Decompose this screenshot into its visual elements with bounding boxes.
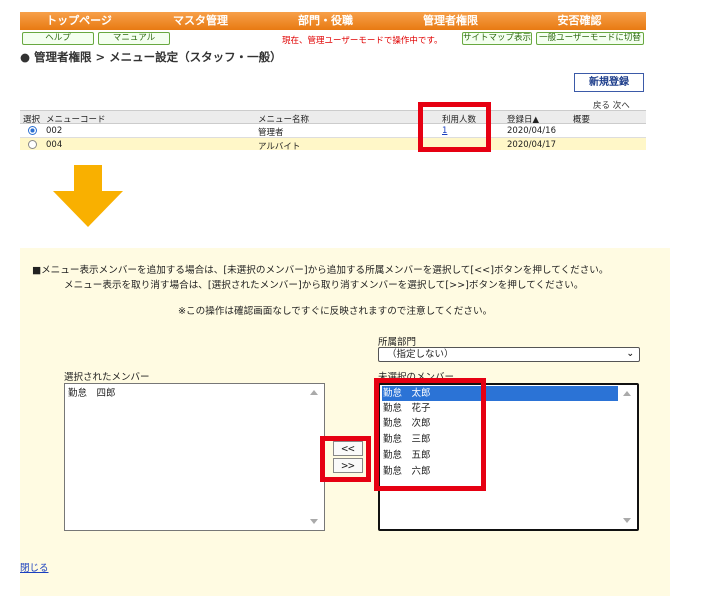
row-radio-selected[interactable] xyxy=(28,126,37,135)
department-label: 所属部門 xyxy=(378,337,417,348)
department-select-value: （指定しない） xyxy=(387,349,454,360)
row-name: アルバイト xyxy=(258,142,301,150)
row-name: 管理者 xyxy=(258,128,284,138)
switch-user-mode-button[interactable]: 一般ユーザーモードに切替 xyxy=(536,32,644,45)
menu-settings-screen: トップページ マスタ管理 部門・役職 管理者権限 安否確認 ヘルプ マニュアル … xyxy=(20,0,646,150)
sub-toolbar: ヘルプ マニュアル 現在、管理ユーザーモードで操作中です。 サイトマップ表示 一… xyxy=(20,30,646,46)
scroll-down-icon[interactable] xyxy=(623,518,631,523)
scroll-up-icon[interactable] xyxy=(623,391,631,396)
row-date: 2020/04/17 xyxy=(507,140,556,150)
highlight-user-count xyxy=(418,102,491,152)
instruction-line-1: ■メニュー表示メンバーを追加する場合は、[未選択のメンバー]から追加する所属メン… xyxy=(32,265,609,276)
down-arrow-icon xyxy=(53,165,123,227)
highlight-unselected-members xyxy=(374,378,486,491)
nav-master[interactable]: マスタ管理 xyxy=(138,12,263,30)
nav-department[interactable]: 部門・役職 xyxy=(263,12,388,30)
instruction-line-2: メニュー表示を取り消す場合は、[選択されたメンバー]から取り消すメンバーを選択し… xyxy=(64,280,584,291)
sitemap-button[interactable]: サイトマップ表示 xyxy=(462,32,532,45)
close-link[interactable]: 閉じる xyxy=(20,560,49,574)
row-date: 2020/04/16 xyxy=(507,126,556,136)
warning-note: ※この操作は確認画面なしですぐに反映されますので注意してください。 xyxy=(178,306,493,317)
nav-top-page[interactable]: トップページ xyxy=(20,12,138,30)
mode-status-text: 現在、管理ユーザーモードで操作中です。 xyxy=(282,36,443,46)
nav-admin[interactable]: 管理者権限 xyxy=(388,12,513,30)
selected-members-label: 選択されたメンバー xyxy=(64,372,150,383)
list-item[interactable]: 勤怠 四郎 xyxy=(67,386,303,401)
table-row[interactable]: 004 アルバイト 2020/04/17 xyxy=(20,138,646,150)
table-header: 選択 メニューコード メニュー名称 利用人数 登録日▲ 概要 xyxy=(20,110,646,125)
help-button[interactable]: ヘルプ xyxy=(22,32,94,45)
row-code: 002 xyxy=(46,126,63,136)
scroll-down-icon[interactable] xyxy=(310,519,318,524)
row-radio[interactable] xyxy=(28,140,37,149)
row-code: 004 xyxy=(46,140,63,150)
manual-button[interactable]: マニュアル xyxy=(98,32,170,45)
chevron-down-icon: ⌄ xyxy=(626,349,634,359)
highlight-move-buttons xyxy=(320,436,371,482)
nav-safety[interactable]: 安否確認 xyxy=(513,12,646,30)
department-select[interactable]: （指定しない） ⌄ xyxy=(378,347,640,362)
member-assign-panel: ■メニュー表示メンバーを追加する場合は、[未選択のメンバー]から追加する所属メン… xyxy=(20,248,670,596)
table-row[interactable]: 002 管理者 1 2020/04/16 xyxy=(20,124,646,138)
scroll-up-icon[interactable] xyxy=(310,390,318,395)
selected-members-list[interactable]: 勤怠 四郎 xyxy=(64,383,325,531)
global-nav: トップページ マスタ管理 部門・役職 管理者権限 安否確認 xyxy=(20,12,646,30)
page-title: ● 管理者権限 > メニュー設定（スタッフ・一般） xyxy=(20,50,282,64)
new-registration-button[interactable]: 新規登録 xyxy=(574,73,644,92)
